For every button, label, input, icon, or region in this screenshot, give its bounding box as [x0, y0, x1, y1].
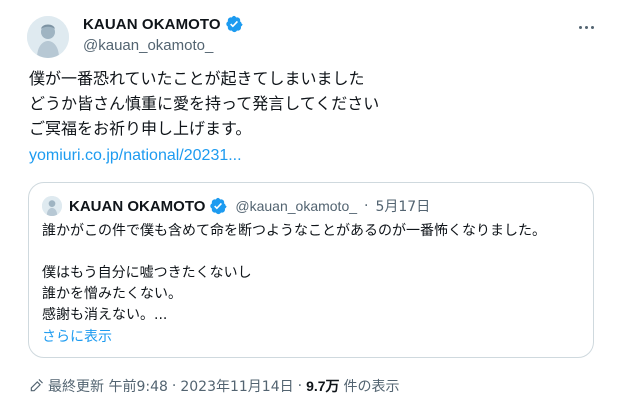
avatar-image [42, 196, 62, 216]
author-avatar[interactable] [27, 16, 69, 58]
tweet-date[interactable]: 2023年11月14日 [180, 376, 293, 396]
more-dot [578, 25, 582, 29]
tweet-line: ご冥福をお祈り申し上げます。 [29, 119, 252, 138]
quoted-author-name[interactable]: KAUAN OKAMOTO [69, 198, 205, 215]
avatar-image [27, 16, 69, 58]
article-link[interactable]: yomiuri.co.jp/national/20231... [29, 147, 242, 165]
quoted-tweet-date[interactable]: 5月17日 [375, 196, 430, 216]
last-edited-label[interactable]: 最終更新 午前9:48 [48, 376, 168, 396]
quoted-tweet[interactable]: KAUAN OKAMOTO @kauan_okamoto_ · 5月17日 誰か… [28, 182, 594, 358]
verified-badge-icon [210, 197, 227, 215]
more-dot [584, 25, 588, 29]
tweet-card: KAUAN OKAMOTO @kauan_okamoto_ 僕が一番恐れていたこ… [0, 0, 626, 400]
tweet-line: どうか皆さん慎重に愛を持って発言してください [29, 94, 380, 113]
quoted-tweet-header: KAUAN OKAMOTO @kauan_okamoto_ · 5月17日 [42, 196, 430, 216]
more-options-icon[interactable] [574, 18, 598, 36]
author-name-row[interactable]: KAUAN OKAMOTO [83, 15, 243, 33]
quoted-line: 感謝も消えない。... [42, 307, 168, 323]
author-display-name[interactable]: KAUAN OKAMOTO [83, 16, 221, 33]
quoted-line: 誰かを憎みたくない。 [42, 286, 182, 302]
quoted-author-avatar[interactable] [42, 196, 62, 216]
views-label: 件の表示 [343, 379, 400, 395]
verified-badge-icon [225, 15, 243, 33]
tweet-line: 僕が一番恐れていたことが起きてしまいました [29, 69, 365, 88]
quoted-tweet-text: 誰かがこの件で僕も含めて命を断つようなことがあるのが一番怖くなりました。 僕はも… [42, 221, 546, 326]
views-count: 9.7万 [306, 378, 340, 394]
meta-separator: · [364, 198, 369, 214]
show-more-link[interactable]: さらに表示 [42, 326, 112, 346]
quoted-line [42, 242, 546, 263]
footer-separator: · [297, 378, 303, 394]
tweet-text: 僕が一番恐れていたことが起きてしまいました どうか皆さん慎重に愛を持って発言して… [29, 66, 379, 141]
quoted-line: 僕はもう自分に嘘つきたくないし [42, 265, 252, 281]
footer-separator: · [171, 378, 177, 394]
more-dot [590, 25, 594, 29]
quoted-line: 誰かがこの件で僕も含めて命を断つようなことがあるのが一番怖くなりました。 [42, 223, 546, 239]
pencil-icon [30, 379, 43, 392]
author-handle[interactable]: @kauan_okamoto_ [83, 37, 213, 54]
quoted-author-handle[interactable]: @kauan_okamoto_ [235, 198, 357, 214]
tweet-footer: 最終更新 午前9:48 · 2023年11月14日 · 9.7万 件の表示 [29, 376, 400, 396]
